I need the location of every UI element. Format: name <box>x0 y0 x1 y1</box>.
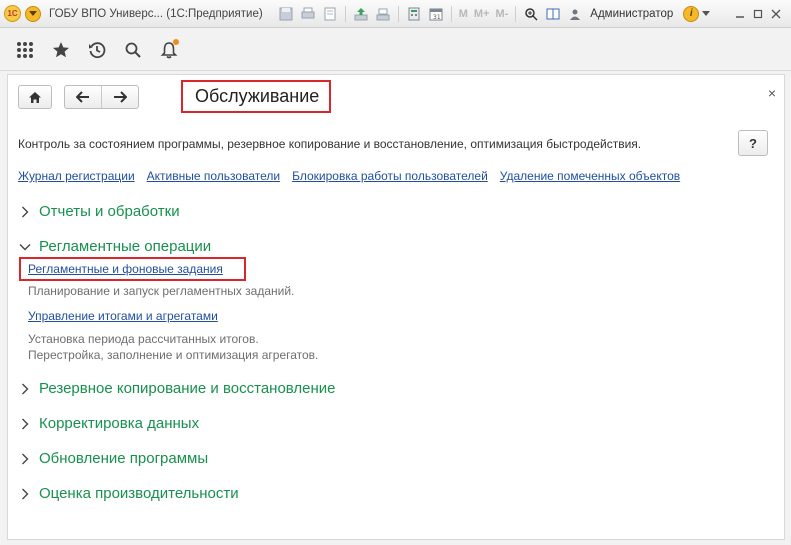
home-button[interactable] <box>18 85 52 109</box>
totals-description-2: Перестройка, заполнение и оптимизация аг… <box>28 348 319 362</box>
section-update[interactable]: Обновление программы <box>18 450 208 467</box>
link-block-users[interactable]: Блокировка работы пользователей <box>292 169 488 183</box>
chevron-right-icon <box>18 382 32 396</box>
1c-logo-icon: 1С <box>4 5 21 22</box>
chevron-down-icon <box>18 240 32 254</box>
chevron-down-icon <box>29 10 37 16</box>
history-icon[interactable] <box>86 39 108 61</box>
toolbar-separator <box>450 5 452 22</box>
info-icon[interactable]: i <box>683 5 700 22</box>
search-icon[interactable] <box>122 39 144 61</box>
apps-grid-icon[interactable] <box>14 39 36 61</box>
quick-links: Журнал регистрации Активные пользователи… <box>18 169 692 183</box>
calculator-icon[interactable] <box>405 5 423 23</box>
link-delete-marked[interactable]: Удаление помеченных объектов <box>500 169 680 183</box>
chevron-right-icon <box>18 205 32 219</box>
close-icon[interactable]: × <box>768 85 776 101</box>
save-icon[interactable] <box>277 5 295 23</box>
star-icon[interactable] <box>50 39 72 61</box>
arrow-right-icon <box>113 91 127 103</box>
help-button[interactable]: ? <box>738 130 768 156</box>
chevron-right-icon <box>18 487 32 501</box>
bell-icon[interactable] <box>158 38 180 61</box>
toolbar-separator <box>344 5 346 22</box>
maximize-button[interactable] <box>749 5 767 23</box>
link-active-users[interactable]: Активные пользователи <box>147 169 280 183</box>
page-description: Контроль за состоянием программы, резерв… <box>18 137 642 151</box>
panel-icon[interactable] <box>544 5 562 23</box>
totals-description-1: Установка периода рассчитанных итогов. <box>28 332 259 346</box>
main-menu-button[interactable] <box>25 5 41 22</box>
page-title: Обслуживание <box>195 86 320 106</box>
window-close-button[interactable] <box>767 5 785 23</box>
memory-button[interactable]: M <box>459 8 468 20</box>
window-controls <box>731 5 785 23</box>
toolbar-separator <box>515 5 517 22</box>
toolbar-separator <box>397 5 399 22</box>
section-backup[interactable]: Резервное копирование и восстановление <box>18 380 336 397</box>
section-toolbar <box>0 29 791 71</box>
history-nav-group <box>64 85 139 109</box>
link-registration-log[interactable]: Журнал регистрации <box>18 169 135 183</box>
content-panel: Обслуживание × Контроль за состоянием пр… <box>7 74 785 540</box>
notification-badge <box>173 38 179 45</box>
section-routine[interactable]: Регламентные операции <box>18 238 211 255</box>
section-correction[interactable]: Корректировка данных <box>18 415 199 432</box>
app-title: ГОБУ ВПО Универс... (1С:Предприятие) <box>49 7 263 20</box>
user-icon <box>566 5 584 23</box>
current-user[interactable]: Администратор <box>590 8 673 20</box>
back-button[interactable] <box>65 86 101 108</box>
minimize-button[interactable] <box>731 5 749 23</box>
upload-icon[interactable] <box>352 5 370 23</box>
window-titlebar: 1С ГОБУ ВПО Универс... (1С:Предприятие) … <box>0 0 791 28</box>
chevron-right-icon <box>18 417 32 431</box>
section-performance[interactable]: Оценка производительности <box>18 485 239 502</box>
scheduled-jobs-description: Планирование и запуск регламентных задан… <box>28 284 295 298</box>
print-icon[interactable] <box>299 5 317 23</box>
arrow-left-icon <box>76 91 89 103</box>
titlebar-toolbar: 31 M M+ M- Администратор i <box>275 5 711 23</box>
page-title-highlight: Обслуживание <box>181 80 331 113</box>
calendar-icon[interactable]: 31 <box>427 5 445 23</box>
download-icon[interactable] <box>374 5 392 23</box>
link-totals-aggregates[interactable]: Управление итогами и агрегатами <box>28 309 218 323</box>
preview-icon[interactable] <box>321 5 339 23</box>
svg-text:31: 31 <box>433 14 441 21</box>
memory-plus-button[interactable]: M+ <box>474 8 490 20</box>
home-icon <box>29 91 41 103</box>
chevron-right-icon <box>18 452 32 466</box>
link-scheduled-jobs[interactable]: Регламентные и фоновые задания <box>28 262 223 276</box>
section-reports[interactable]: Отчеты и обработки <box>18 203 180 220</box>
zoom-icon[interactable] <box>522 5 540 23</box>
memory-minus-button[interactable]: M- <box>495 8 508 20</box>
chevron-down-icon[interactable] <box>702 10 711 17</box>
forward-button[interactable] <box>102 86 138 108</box>
